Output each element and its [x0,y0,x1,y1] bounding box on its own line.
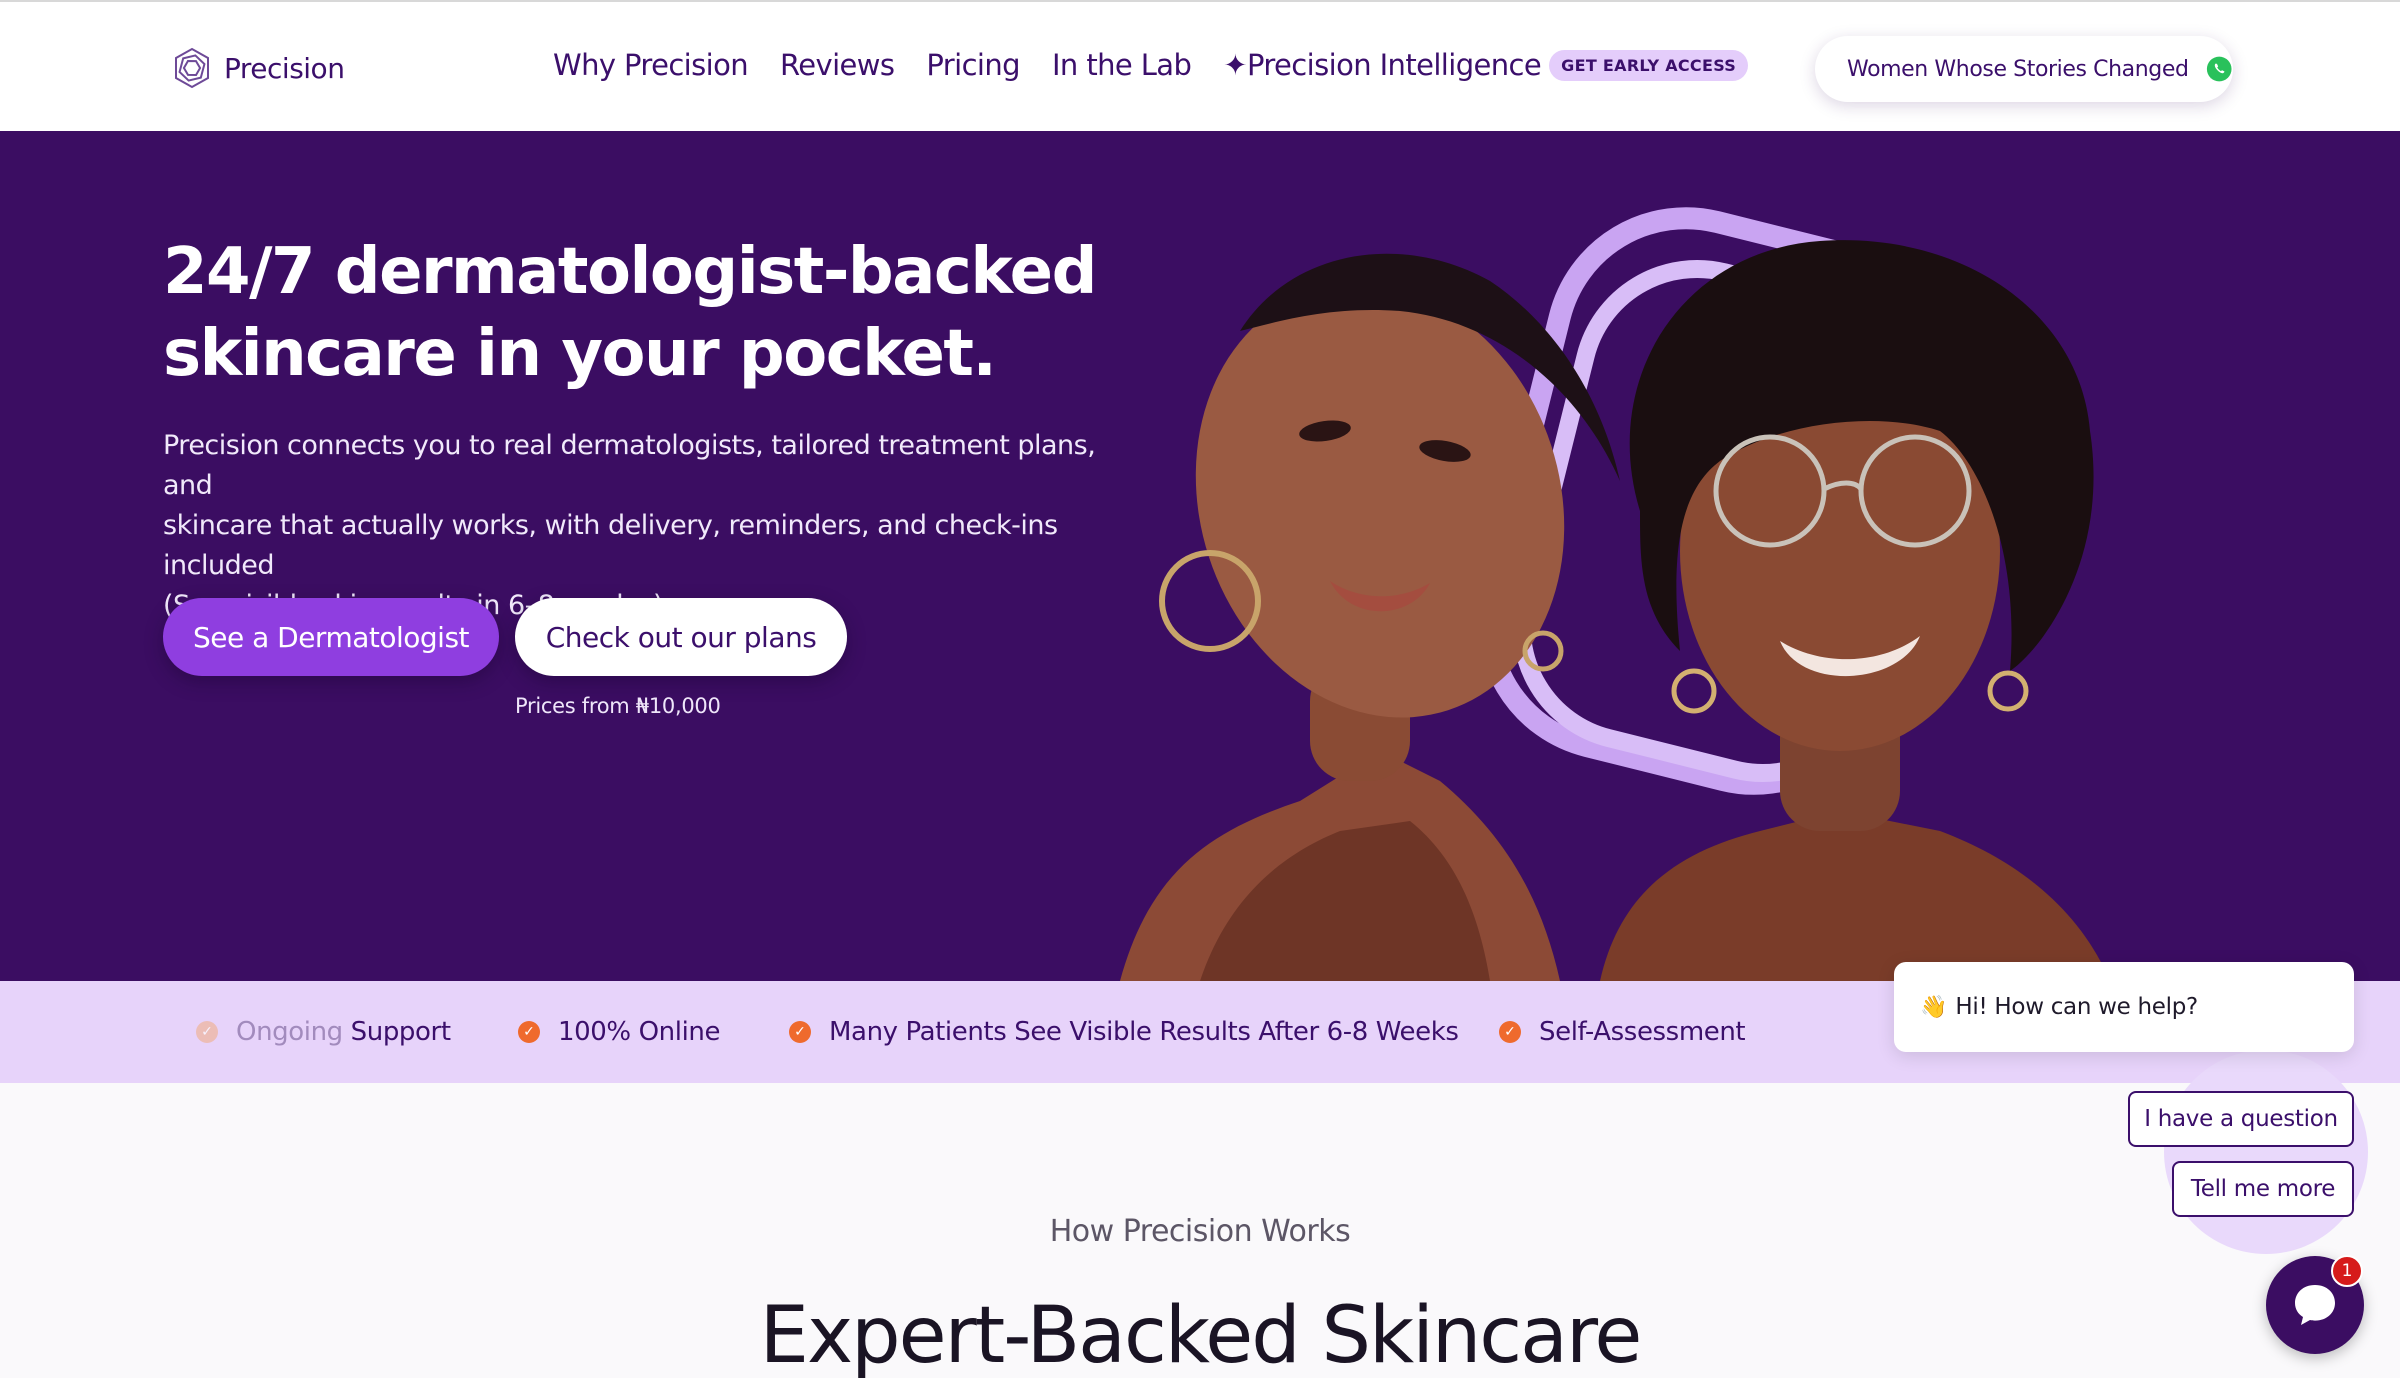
feature-label: Many Patients See Visible Results After … [829,1017,1459,1047]
hero-description: Precision connects you to real dermatolo… [163,426,1123,626]
price-note: Prices from ₦10,000 [515,694,721,718]
early-access-badge[interactable]: GET EARLY ACCESS [1549,49,1749,81]
check-circle-icon: ✓ [196,1021,218,1043]
check-circle-icon: ✓ [1499,1021,1521,1043]
hero-heading-line-1: 24/7 dermatologist-backed [163,235,1097,309]
unread-count-badge: 1 [2331,1255,2363,1287]
hero-models-image [1120,207,2110,981]
feature-online: ✓ 100% Online [518,1017,720,1047]
expert-badge-seal [2164,1050,2368,1254]
whatsapp-icon [2206,56,2232,82]
stories-button-label: Women Whose Stories Changed [1847,56,2189,82]
section-title: Expert-Backed Skincare [759,1291,1643,1378]
chat-greeting-bubble: 👋 Hi! How can we help? [1894,962,2354,1052]
nav-link-precision-intelligence[interactable]: ✦Precision Intelligence [1223,48,1541,82]
check-circle-icon: ✓ [789,1021,811,1043]
precision-logo-icon [175,47,209,89]
hero-heading-line-2: skincare in your pocket. [163,317,997,391]
feature-label: Self-Assessment [1539,1017,1746,1047]
section-kicker: How Precision Works [1049,1214,1351,1249]
chat-bubble-icon [2295,1285,2335,1325]
hero-description-line-2: skincare that actually works, with deliv… [163,510,1058,581]
feature-label-faded: Ongoing [236,1017,343,1047]
brand-name: Precision [224,51,345,85]
how-it-works-section: How Precision Works Expert-Backed Skinca… [0,1083,2400,1378]
nav-link-in-the-lab[interactable]: In the Lab [1052,48,1192,82]
main-menu: Why Precision Reviews Pricing In the Lab… [553,48,1749,82]
see-dermatologist-button[interactable]: See a Dermatologist [163,598,499,676]
stories-button[interactable]: Women Whose Stories Changed [1815,36,2233,102]
quick-reply-question[interactable]: I have a question [2128,1091,2354,1147]
chat-greeting-text: Hi! How can we help? [1955,994,2198,1020]
hero-heading: 24/7 dermatologist-backed skincare in yo… [163,231,1163,395]
hero-section: 24/7 dermatologist-backed skincare in yo… [0,131,2400,981]
check-circle-icon: ✓ [518,1021,540,1043]
nav-link-reviews[interactable]: Reviews [780,48,895,82]
waving-hand-icon: 👋 [1920,994,1948,1020]
feature-self-assessment: ✓ Self-Assessment [1499,1017,1746,1047]
feature-label: Ongoing Support [236,1017,451,1047]
feature-results: ✓ Many Patients See Visible Results Afte… [789,1017,1459,1047]
check-plans-button[interactable]: Check out our plans [515,598,847,676]
nav-link-why-precision[interactable]: Why Precision [553,48,749,82]
brand-logo[interactable]: Precision [170,46,345,90]
top-navigation: Precision Why Precision Reviews Pricing … [0,0,2400,131]
hero-description-line-1: Precision connects you to real dermatolo… [163,430,1096,501]
feature-label: 100% Online [558,1017,721,1047]
feature-label-rest: Support [342,1017,451,1047]
quick-reply-tell-more[interactable]: Tell me more [2172,1161,2354,1217]
nav-link-pricing[interactable]: Pricing [926,48,1020,82]
feature-ongoing-support: ✓ Ongoing Support [196,1017,451,1047]
